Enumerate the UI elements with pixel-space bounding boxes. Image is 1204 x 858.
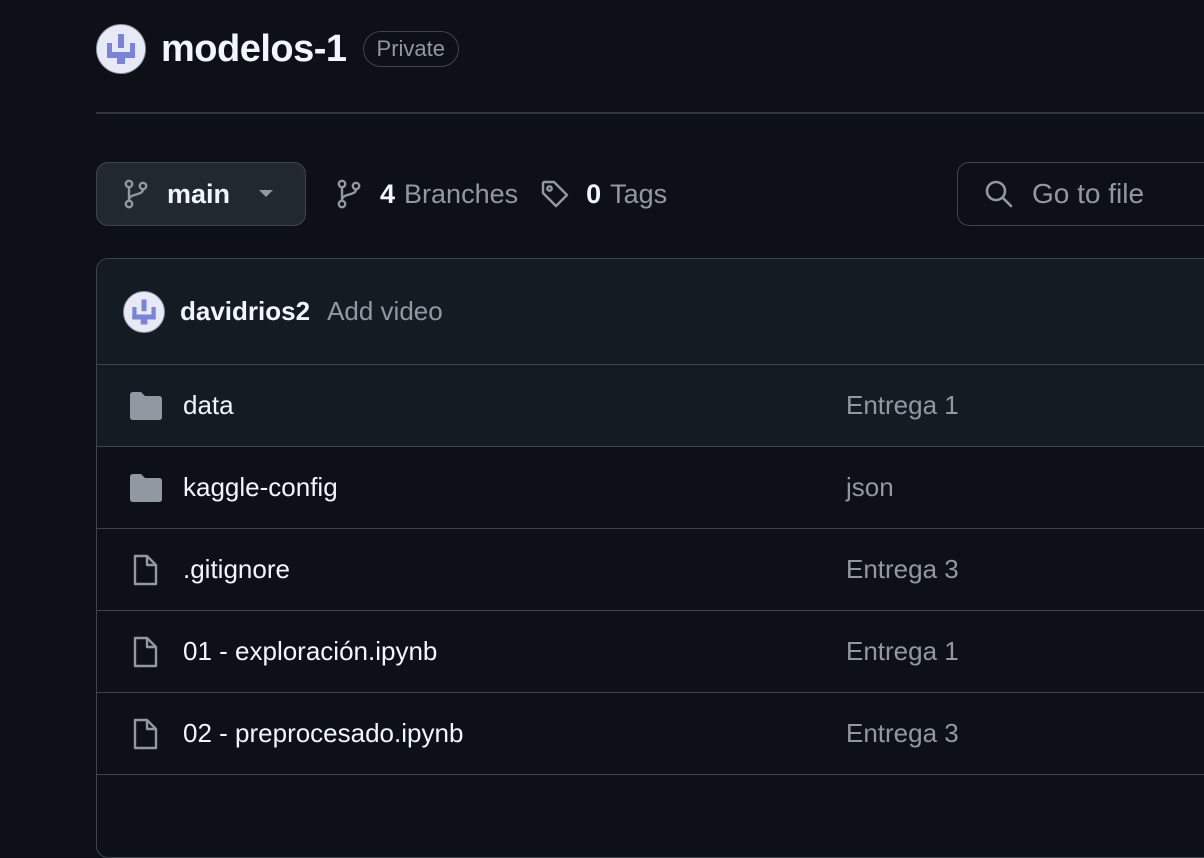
file-icon [133, 554, 158, 586]
repo-header: modelos-1 Private [96, 24, 460, 74]
file-row-exploracion[interactable]: 01 - exploración.ipynb Entrega 1 [97, 611, 1204, 693]
latest-commit-row: davidrios2 Add video [97, 259, 1204, 365]
git-branch-icon [337, 179, 361, 209]
file-name[interactable]: 02 - preprocesado.ipynb [183, 718, 463, 749]
file-row-kaggle-config[interactable]: kaggle-config json [97, 447, 1204, 529]
git-branch-icon [124, 179, 148, 209]
commit-message[interactable]: Add video [327, 296, 443, 327]
file-commit-message[interactable]: Entrega 3 [846, 718, 959, 749]
tags-label: Tags [610, 178, 668, 209]
go-to-file-input[interactable] [1030, 177, 1204, 211]
file-commit-message[interactable]: Entrega 1 [846, 390, 959, 421]
repo-name[interactable]: modelos-1 [161, 28, 347, 71]
header-divider [96, 112, 1204, 114]
caret-down-icon [259, 190, 274, 197]
branch-name: main [167, 178, 231, 209]
tags-count: 0 [586, 178, 602, 209]
tags-link[interactable]: 0 Tags [540, 179, 667, 210]
file-commit-message[interactable]: Entrega 1 [846, 636, 959, 667]
search-icon [985, 180, 1013, 208]
owner-avatar[interactable] [96, 24, 146, 74]
repo-toolbar: main 4 Branches 0 Tags [96, 162, 667, 226]
branches-label: Branches [404, 178, 519, 209]
commit-author[interactable]: davidrios2 [180, 296, 310, 327]
file-name[interactable]: .gitignore [183, 554, 290, 585]
owner-avatar-icon [132, 299, 156, 324]
file-name[interactable]: kaggle-config [183, 472, 338, 503]
go-to-file-search[interactable] [957, 162, 1204, 226]
file-row-preprocesado[interactable]: 02 - preprocesado.ipynb Entrega 3 [97, 693, 1204, 775]
folder-icon [130, 474, 162, 502]
commit-author-avatar[interactable] [123, 290, 165, 333]
file-name[interactable]: 01 - exploración.ipynb [183, 636, 437, 667]
visibility-badge: Private [362, 31, 460, 67]
file-icon [133, 636, 158, 668]
branch-selector-button[interactable]: main [96, 162, 306, 226]
branches-count: 4 [380, 178, 396, 209]
file-name[interactable]: data [183, 390, 234, 421]
branches-link[interactable]: 4 Branches [336, 179, 518, 210]
owner-avatar-icon [107, 34, 135, 64]
file-browser: davidrios2 Add video data Entrega 1 kagg… [96, 258, 1204, 858]
file-row-gitignore[interactable]: .gitignore Entrega 3 [97, 529, 1204, 611]
file-icon [133, 718, 158, 750]
file-commit-message[interactable]: Entrega 3 [846, 554, 959, 585]
tag-icon [541, 180, 569, 208]
file-commit-message[interactable]: json [846, 472, 894, 503]
file-row-data[interactable]: data Entrega 1 [97, 365, 1204, 447]
folder-icon [130, 392, 162, 420]
